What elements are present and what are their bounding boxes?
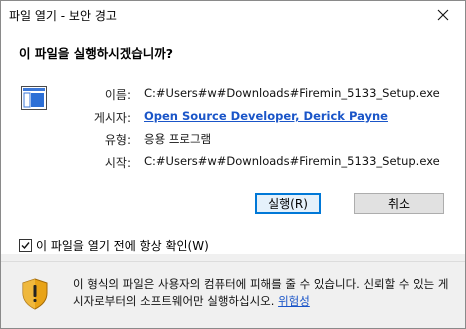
run-question: 이 파일을 실행하시겠습니까?: [19, 46, 173, 61]
title-bar: 파일 열기 - 보안 경고: [1, 1, 465, 29]
security-shield-icon: [22, 278, 48, 310]
dialog-content: 이 파일을 실행하시겠습니까? 이름: C:#Users#w#Downloads…: [1, 29, 465, 254]
checkmark-icon: [21, 242, 30, 250]
close-button[interactable]: [423, 1, 463, 29]
publisher-link[interactable]: Open Source Developer, Derick Payne: [144, 109, 388, 123]
warning-area: 이 형식의 파일은 사용자의 컴퓨터에 피해를 줄 수 있습니다. 신뢰할 수 …: [1, 262, 465, 328]
cancel-button[interactable]: 취소: [354, 193, 444, 214]
from-label: 시작:: [104, 156, 131, 170]
warning-text: 이 형식의 파일은 사용자의 컴퓨터에 피해를 줄 수 있습니다. 신뢰할 수 …: [73, 277, 449, 308]
publisher-label: 게시자:: [93, 111, 131, 125]
warning-message: 이 형식의 파일은 사용자의 컴퓨터에 피해를 줄 수 있습니다. 신뢰할 수 …: [73, 276, 451, 310]
always-ask-option[interactable]: 이 파일을 열기 전에 항상 확인(W): [19, 237, 209, 254]
application-file-icon: [21, 86, 47, 110]
window-title: 파일 열기 - 보안 경고: [9, 9, 117, 23]
type-label: 유형:: [104, 133, 131, 147]
close-icon: [437, 9, 449, 21]
name-label: 이름:: [104, 88, 131, 102]
always-ask-label[interactable]: 이 파일을 열기 전에 항상 확인(W): [36, 237, 209, 254]
security-warning-dialog: 파일 열기 - 보안 경고 이 파일을 실행하시겠습니까? 이름: C:#Use…: [0, 0, 466, 329]
type-value: 응용 프로그램: [144, 132, 212, 146]
name-value: C:#Users#w#Downloads#Firemin_5133_Setup.…: [144, 86, 440, 100]
from-value: C:#Users#w#Downloads#Firemin_5133_Setup.…: [144, 154, 440, 168]
always-ask-checkbox[interactable]: [19, 239, 32, 252]
risk-link[interactable]: 위험성: [278, 294, 310, 308]
run-button[interactable]: 실행(R): [255, 193, 321, 214]
